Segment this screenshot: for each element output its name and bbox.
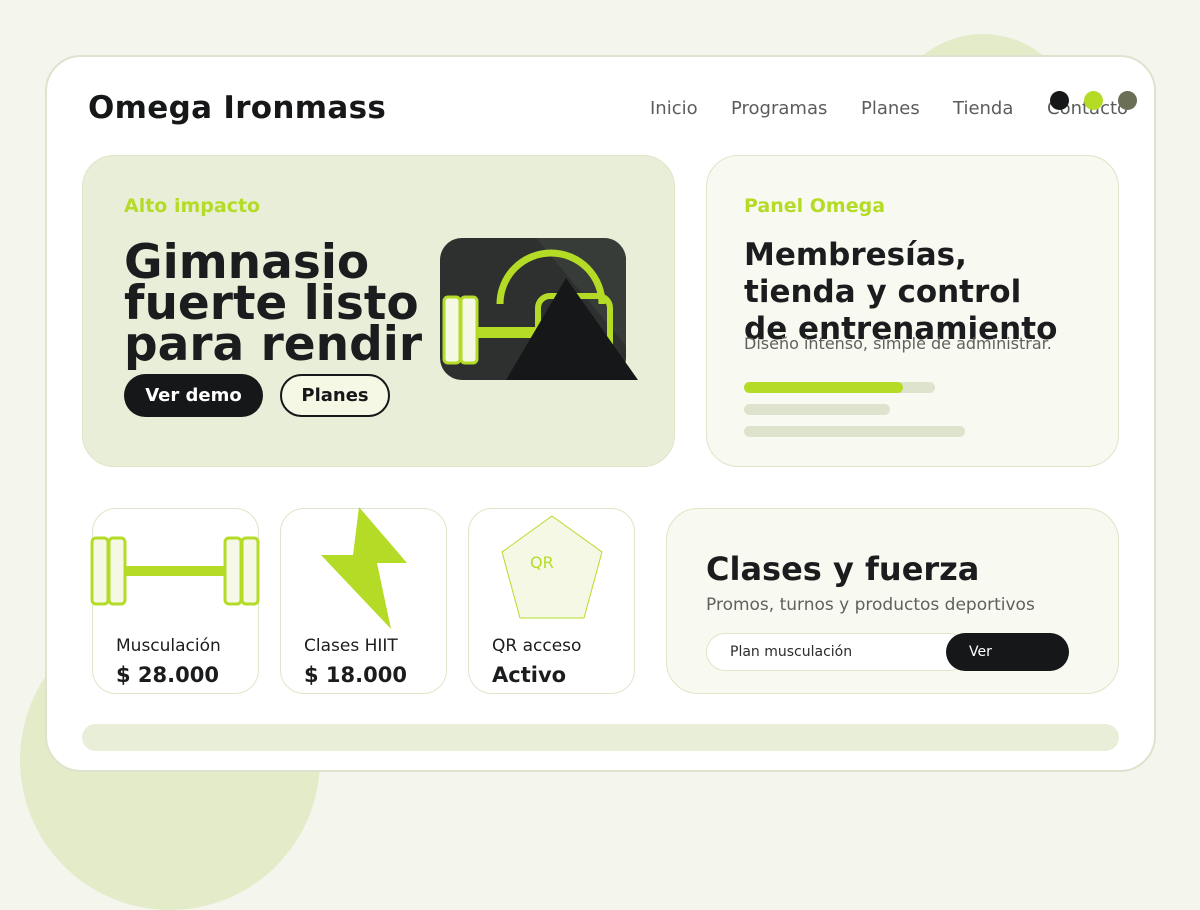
card-label: Clases HIIT (304, 636, 398, 656)
card-label: Musculación (116, 636, 221, 656)
access-card-qr[interactable]: QR QR acceso Activo (468, 508, 635, 694)
panel-title: Membresías, tienda y control de entrenam… (744, 237, 1058, 347)
view-button[interactable]: Ver (946, 633, 1069, 671)
product-card-musculacion[interactable]: Musculación $ 28.000 (90, 508, 260, 694)
main-nav: Inicio Programas Planes Tienda Contacto (0, 98, 1200, 122)
progress-fill (744, 382, 903, 393)
panel-subtitle: Diseño intenso, simple de administrar. (744, 334, 1052, 353)
card-label: QR acceso (492, 636, 582, 656)
nav-item-programas[interactable]: Programas (731, 98, 827, 119)
placeholder-line (744, 426, 965, 437)
view-demo-button[interactable]: Ver demo (124, 374, 263, 417)
nav-item-inicio[interactable]: Inicio (650, 98, 698, 119)
card-price: $ 18.000 (304, 663, 407, 687)
card-price: $ 28.000 (116, 663, 219, 687)
nav-item-tienda[interactable]: Tienda (953, 98, 1013, 119)
hero-eyebrow: Alto impacto (124, 195, 261, 217)
plans-button[interactable]: Planes (280, 374, 390, 417)
lightning-icon (321, 507, 407, 629)
window-dot-muted[interactable] (1118, 91, 1137, 110)
classes-subtitle: Promos, turnos y productos deportivos (706, 595, 1035, 615)
window-dot-dark[interactable] (1050, 91, 1069, 110)
panel-eyebrow: Panel Omega (744, 195, 886, 217)
qr-icon: QR (501, 515, 603, 619)
dumbbell-icon (90, 536, 260, 606)
plan-search-input[interactable] (706, 633, 968, 671)
product-card-hiit[interactable]: Clases HIIT $ 18.000 (280, 507, 447, 694)
nav-item-planes[interactable]: Planes (861, 98, 920, 119)
progress-track (744, 382, 935, 393)
window-dot-accent[interactable] (1084, 91, 1103, 110)
placeholder-line (744, 404, 890, 415)
access-status: Activo (492, 663, 567, 687)
gym-illustration (440, 238, 638, 380)
footer-bar (82, 724, 1119, 751)
hero-illustration (438, 236, 640, 386)
qr-icon-text: QR (530, 553, 554, 572)
classes-title: Clases y fuerza (706, 550, 980, 588)
